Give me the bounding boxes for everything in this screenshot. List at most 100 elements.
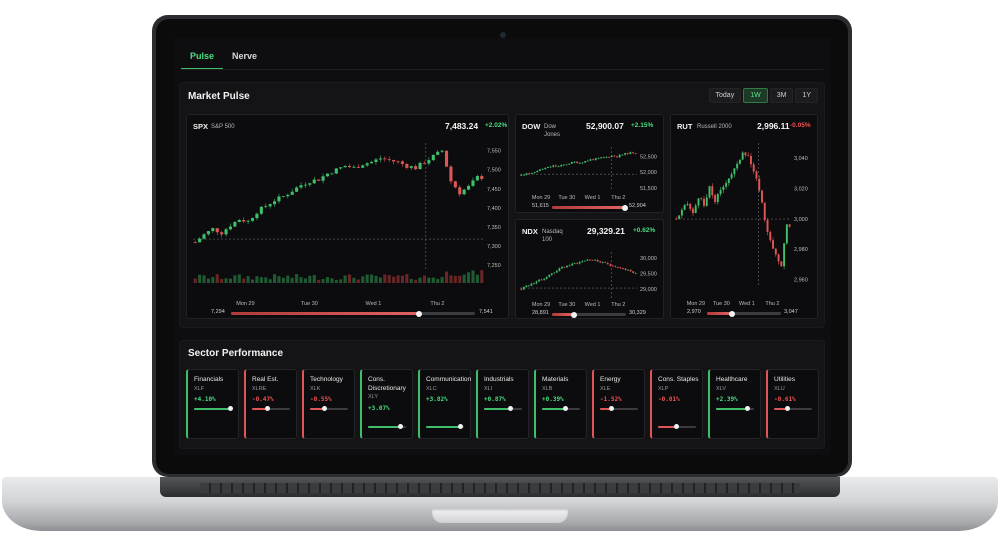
spx-volume-bar (361, 276, 365, 283)
sector-change: -0.55% (310, 396, 332, 403)
sector-level-slider (368, 424, 406, 429)
sector-card[interactable]: Financials XLF +4.10% (186, 369, 239, 439)
sector-info: Materials XLB +0.39% (542, 376, 588, 405)
dow-candle (602, 156, 605, 159)
sector-info: Technology XLK -0.55% (310, 376, 356, 405)
sector-symbol: XLF (194, 385, 205, 392)
ndx-candle (538, 279, 540, 282)
sector-card[interactable]: Real Est. XLRE -0.47% (244, 369, 297, 439)
rut-candle (697, 198, 700, 209)
sector-card[interactable]: Cons. Staples XLP -0.01% (650, 369, 703, 439)
ndx-candle (563, 266, 566, 268)
spx-range-bar (231, 310, 475, 317)
ndx-x-tick-label: Mon 29 (532, 302, 550, 308)
ndx-candle (627, 269, 629, 271)
ndx-candle (530, 282, 533, 287)
sector-card[interactable]: Technology XLK -0.55% (302, 369, 355, 439)
spx-y-tick-label: 7,300 (487, 244, 501, 250)
dow-candle (621, 154, 624, 156)
spx-volume-bar (418, 277, 422, 283)
ndx-candle (594, 259, 596, 261)
spx-candle (480, 173, 484, 181)
rut-candle (703, 196, 705, 208)
sector-card[interactable]: Utilities XLU -0.61% (766, 369, 819, 439)
sector-card[interactable]: Healthcare XLV +2.39% (708, 369, 761, 439)
spx-candle (233, 220, 237, 228)
ndx-candle (540, 278, 543, 281)
spx-change: +2.02% (485, 122, 508, 129)
opening-notch (432, 509, 568, 523)
spx-candle (431, 154, 435, 162)
rut-candle (727, 178, 730, 186)
spx-volume-bar (343, 275, 347, 283)
spx-y-tick-label: 7,450 (487, 187, 501, 193)
sector-card[interactable]: Energy XLE -1.52% (592, 369, 645, 439)
spx-candle (347, 163, 352, 169)
ndx-candle (528, 284, 530, 287)
spx-card[interactable]: SPX S&P 500 7,483.24 +2.02% 7,550 7,500 7,… (186, 114, 509, 319)
sector-info: Utilities XLU -0.61% (774, 376, 820, 405)
ndx-candle (576, 262, 579, 265)
timeframe-1w-button[interactable]: 1W (743, 88, 768, 103)
rut-candle (763, 202, 766, 223)
spx-candle (255, 212, 259, 221)
spx-volume-bar (475, 274, 479, 283)
spx-candle (224, 227, 228, 237)
spx-candle (250, 217, 255, 223)
dow-candle (568, 163, 571, 166)
spx-x-tick-label: Mon 29 (236, 301, 254, 307)
ndx-candle (624, 267, 627, 271)
ndx-card[interactable]: NDX Nasdaq 100 29,329.21 +0.62% 30,000 29… (515, 219, 664, 319)
spx-name: S&P 500 (211, 124, 235, 130)
spx-candlestick-chart[interactable]: 7,550 7,500 7,450 7,400 7,350 7,300 7,250 Mon 2… (187, 137, 509, 307)
dow-candle (634, 153, 637, 155)
rut-candlestick-chart[interactable]: 3,040 3,020 3,000 2,980 2,960 Mon 29 Tue 30 Wed… (671, 137, 818, 307)
timeframe-today-button[interactable]: Today (708, 88, 742, 103)
sector-level-slider (194, 406, 233, 411)
rut-candle (678, 214, 681, 220)
rut-candle (686, 201, 689, 207)
sector-card[interactable]: Cons. Discretionary XLY +3.07% (360, 369, 413, 439)
timeframe-1y-button[interactable]: 1Y (795, 88, 818, 103)
ndx-candle (555, 269, 558, 274)
sector-info: Communication XLC +3.82% (426, 376, 472, 405)
ndx-x-tick-label: Tue 30 (558, 302, 575, 308)
spx-volume-bar (273, 274, 277, 283)
rut-card[interactable]: RUT Russell 2000 2,996.11 -0.05% 3,040 3,… (670, 114, 818, 319)
spx-volume-bar (347, 274, 352, 283)
ndx-ticker: NDX (522, 227, 538, 236)
dow-range-high: 52,904 (629, 203, 646, 209)
ndx-candle (550, 272, 553, 276)
dow-card[interactable]: DOW Dow Jones 52,900.07 +2.15% 52,500 52,… (515, 114, 664, 213)
spx-volume-bar (383, 274, 387, 283)
spx-volume-bar (414, 279, 418, 283)
sector-symbol: XLK (310, 385, 321, 392)
spx-volume-bar (246, 276, 250, 283)
dow-candle (565, 164, 568, 166)
rut-range-low: 2,970 (687, 309, 701, 315)
dow-candle (525, 172, 528, 176)
spx-candle (215, 227, 219, 236)
sector-card[interactable]: Industrials XLI +0.87% (476, 369, 529, 439)
spx-candle (343, 164, 347, 168)
tab-nerve[interactable]: Nerve (223, 48, 266, 70)
rut-candle (777, 253, 780, 265)
rut-candle (769, 230, 772, 243)
ndx-candlestick-chart[interactable]: 30,000 29,500 29,000 Mon 29 Tue 30 Wed 1 Thu 2 (516, 248, 664, 308)
rut-candle (783, 242, 786, 270)
spx-volume-bar (330, 278, 334, 283)
ndx-candle (558, 267, 561, 272)
spx-y-tick-label: 7,500 (487, 168, 501, 174)
spx-candle (259, 205, 263, 216)
spx-candle (206, 230, 210, 236)
tab-pulse[interactable]: Pulse (181, 48, 224, 70)
spx-candle (228, 223, 233, 231)
dow-candle (560, 164, 563, 168)
dow-candlestick-chart[interactable]: 52,500 52,000 51,500 Mon 29 Tue 30 Wed 1 Thu 2 (516, 143, 664, 201)
sector-card[interactable]: Materials XLB +0.39% (534, 369, 587, 439)
timeframe-3m-button[interactable]: 3M (769, 88, 794, 103)
ndx-candle (545, 276, 548, 280)
rut-candle (785, 224, 788, 245)
sector-card[interactable]: Communication XLC +3.82% (418, 369, 471, 439)
rut-candle (761, 189, 763, 204)
